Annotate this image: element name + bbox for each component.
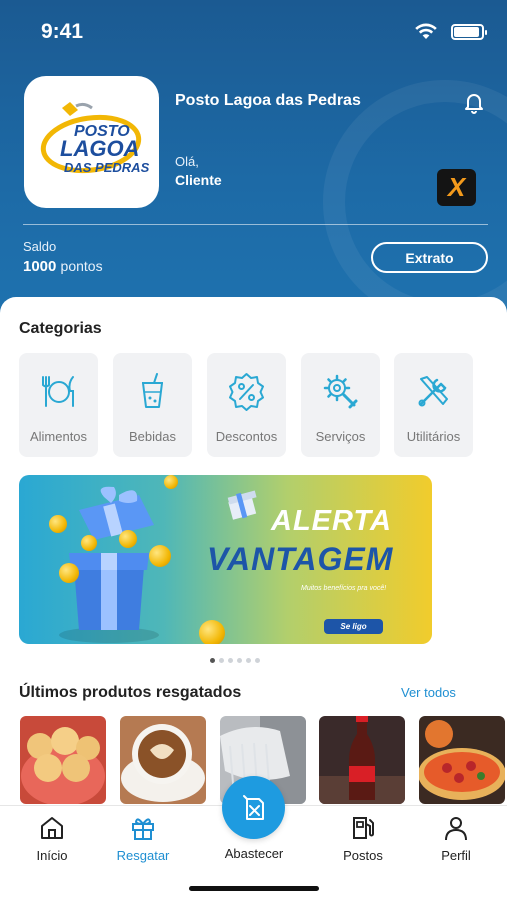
- station-logo-graphic: POSTO LAGOA DAS PEDRAS: [40, 102, 150, 175]
- discount-badge-icon: [229, 373, 264, 411]
- gas-station-icon: [353, 817, 374, 839]
- gift-icon: [132, 818, 154, 840]
- utensils-icon: [42, 376, 74, 407]
- tab-perfil[interactable]: Perfil: [411, 806, 501, 876]
- bell-icon[interactable]: [462, 90, 486, 114]
- product-image: [319, 716, 405, 804]
- product-image: [419, 716, 505, 804]
- category-utilitarios[interactable]: Utilitários: [394, 353, 473, 457]
- tab-resgatar[interactable]: Resgatar: [98, 806, 188, 876]
- wifi-icon: [415, 23, 437, 39]
- balance-number: 1000: [23, 258, 57, 275]
- x-app-letter: X: [447, 172, 466, 202]
- carousel-dots: [210, 658, 260, 663]
- coin: [119, 530, 137, 548]
- coin: [49, 515, 67, 533]
- status-bar: 9:41: [0, 0, 507, 60]
- balance-unit: pontos: [60, 258, 103, 274]
- carousel-dot[interactable]: [228, 658, 233, 663]
- tab-postos[interactable]: Postos: [318, 806, 408, 876]
- header-divider: [23, 224, 488, 225]
- fuel-can-icon: [242, 794, 264, 820]
- tab-label: Resgatar: [116, 848, 170, 863]
- refuel-label: Abastecer: [224, 846, 284, 861]
- coin: [59, 563, 79, 583]
- carousel-dot[interactable]: [219, 658, 224, 663]
- balance-label: Saldo: [23, 239, 57, 254]
- station-logo: POSTO LAGOA DAS PEDRAS: [24, 76, 159, 208]
- statement-button[interactable]: Extrato: [371, 242, 488, 273]
- tab-label: Perfil: [441, 848, 471, 863]
- category-servicos[interactable]: Serviços: [301, 353, 380, 457]
- coin: [81, 535, 97, 551]
- category-bebidas[interactable]: Bebidas: [113, 353, 192, 457]
- tab-label: Início: [36, 848, 68, 863]
- category-label: Serviços: [315, 429, 366, 444]
- category-label: Utilitários: [406, 429, 461, 444]
- battery-icon: [451, 24, 487, 40]
- coin: [199, 620, 225, 644]
- product-image: [20, 716, 106, 804]
- product-thumb-pao-de-queijo[interactable]: [20, 716, 106, 804]
- carousel-dot[interactable]: [246, 658, 251, 663]
- product-thumb-pizza[interactable]: [419, 716, 505, 804]
- carousel-dot[interactable]: [237, 658, 242, 663]
- banner-button[interactable]: Se ligo: [324, 619, 383, 634]
- category-alimentos[interactable]: Alimentos: [19, 353, 98, 457]
- products-title: Últimos produtos resgatados: [19, 684, 242, 701]
- greeting: Olá,: [175, 154, 199, 169]
- logo-text-3: DAS PEDRAS: [64, 160, 150, 175]
- category-label: Bebidas: [129, 429, 176, 444]
- user-name: Cliente: [175, 172, 222, 188]
- see-all-link[interactable]: Ver todos: [401, 685, 456, 700]
- home-icon: [41, 817, 63, 839]
- category-label: Alimentos: [29, 429, 88, 444]
- category-label: Descontos: [215, 429, 278, 444]
- header: 9:41 POSTO LAGOA DAS PEDRAS Posto Lagoa …: [0, 0, 507, 330]
- gear-wrench-icon: [323, 374, 358, 409]
- small-gift-illustration: [227, 490, 257, 520]
- carousel-dot[interactable]: [210, 658, 215, 663]
- station-name: Posto Lagoa das Pedras: [175, 92, 361, 109]
- tab-inicio[interactable]: Início: [7, 806, 97, 876]
- tab-label: Postos: [343, 848, 383, 863]
- balance-value: 1000 pontos: [23, 258, 103, 275]
- carousel-dot[interactable]: [255, 658, 260, 663]
- home-indicator: [189, 886, 319, 891]
- coin: [149, 545, 171, 567]
- refuel-button[interactable]: [222, 776, 285, 839]
- category-descontos[interactable]: Descontos: [207, 353, 286, 457]
- user-icon: [445, 817, 467, 841]
- coin: [164, 475, 178, 489]
- banner-title-line2: VANTAGEM: [207, 541, 394, 577]
- product-image: [120, 716, 206, 804]
- x-app-icon[interactable]: X: [437, 169, 476, 206]
- product-thumb-cafe[interactable]: [120, 716, 206, 804]
- product-thumb-refrigerante[interactable]: [319, 716, 405, 804]
- drink-cup-icon: [142, 373, 163, 408]
- tools-icon: [418, 376, 448, 407]
- logo-text-2: LAGOA: [60, 136, 139, 161]
- promo-banner[interactable]: ALERTA VANTAGEM Muitos benefícios pra vo…: [19, 475, 432, 644]
- banner-title-line1: ALERTA: [271, 505, 392, 537]
- status-time: 9:41: [41, 20, 84, 43]
- categories-title: Categorias: [19, 320, 102, 337]
- banner-subtitle: Muitos benefícios pra você!: [301, 585, 387, 592]
